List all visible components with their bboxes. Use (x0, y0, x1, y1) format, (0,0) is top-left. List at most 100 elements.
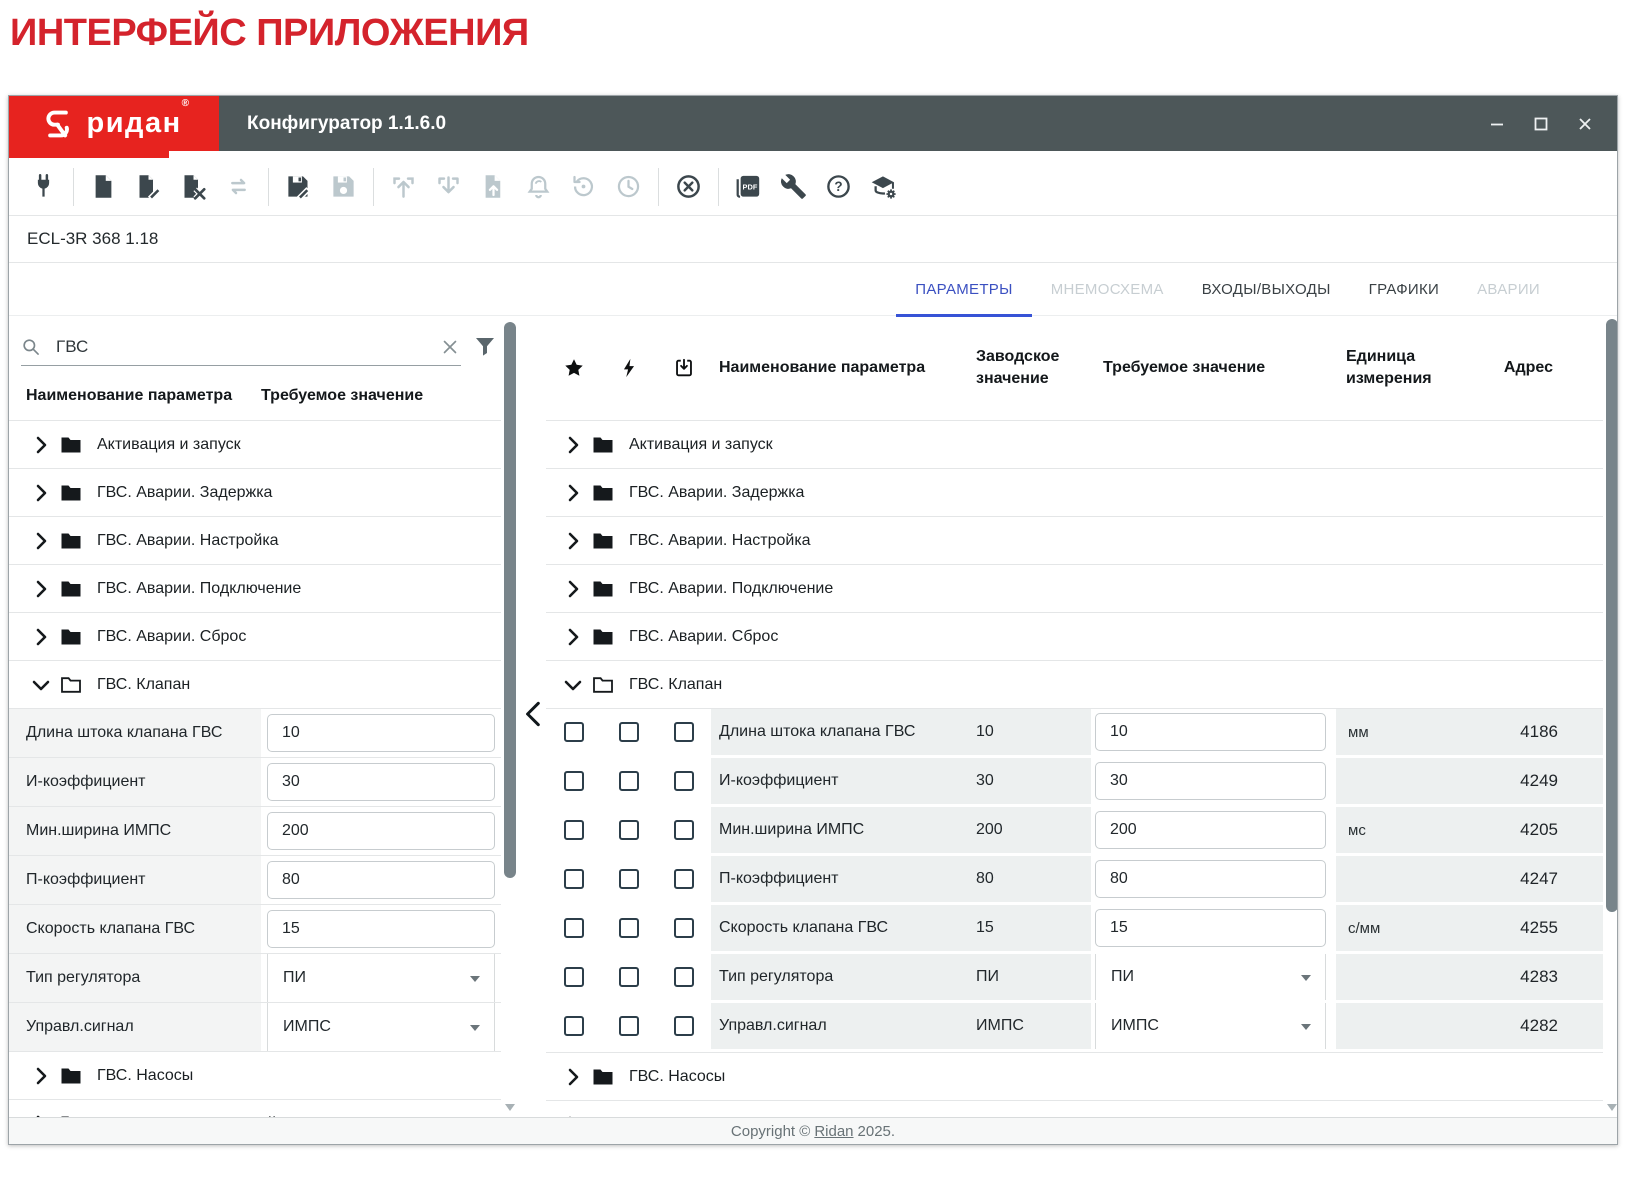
window-title: Конфигуратор 1.1.6.0 (247, 113, 446, 135)
group-row-gvs-valve-open[interactable]: ГВС. Клапан (546, 661, 1603, 709)
required-value-input[interactable] (1095, 713, 1326, 751)
favorite-checkbox[interactable] (564, 869, 584, 889)
group-row-gvs-alarm-reset[interactable]: ГВС. Аварии. Сброс (9, 613, 501, 661)
param-value-input[interactable] (267, 910, 495, 948)
alarm-restore-button[interactable] (516, 168, 561, 206)
required-value-input[interactable] (1095, 762, 1326, 800)
required-value-input[interactable] (1095, 811, 1326, 849)
minimize-button[interactable] (1483, 110, 1511, 138)
save-edit-button[interactable] (276, 168, 321, 206)
group-row-gvs-main-settings[interactable]: ГВС. Основные настройки (546, 1101, 1603, 1117)
group-row-gvs-valve-open[interactable]: ГВС. Клапан (9, 661, 501, 709)
load-checkbox[interactable] (674, 869, 694, 889)
clear-search-icon[interactable] (439, 336, 461, 358)
burn-checkbox[interactable] (619, 722, 639, 742)
file-new-button[interactable] (81, 168, 126, 206)
group-row-activation[interactable]: Активация и запуск (546, 421, 1603, 469)
param-value-input[interactable] (267, 861, 495, 899)
file-edit-button[interactable] (126, 168, 171, 206)
favorite-checkbox[interactable] (564, 918, 584, 938)
group-row-gvs-alarm-setup[interactable]: ГВС. Аварии. Настройка (9, 517, 501, 565)
ridan-link[interactable]: Ridan (814, 1123, 853, 1140)
tab-parameters[interactable]: ПАРАМЕТРЫ (896, 263, 1031, 316)
required-value-input[interactable] (1095, 860, 1326, 898)
close-button[interactable] (1571, 110, 1599, 138)
group-row-gvs-alarm-setup[interactable]: ГВС. Аварии. Настройка (546, 517, 1603, 565)
upload-arrow-icon (390, 173, 417, 200)
tab-inputs-outputs[interactable]: ВХОДЫ/ВЫХОДЫ (1183, 263, 1350, 316)
service-wrench-button[interactable] (771, 168, 816, 206)
param-row: И-коэффициент (9, 758, 501, 807)
param-value-select[interactable]: ПИ (267, 954, 495, 1002)
favorite-checkbox[interactable] (564, 722, 584, 742)
file-delete-button[interactable] (171, 168, 216, 206)
group-row-gvs-pumps[interactable]: ГВС. Насосы (9, 1052, 501, 1100)
load-checkbox[interactable] (674, 967, 694, 987)
group-row-gvs-alarm-reset[interactable]: ГВС. Аварии. Сброс (546, 613, 1603, 661)
help-button[interactable]: ? (816, 168, 861, 206)
save-button[interactable] (321, 168, 366, 206)
file-delete-icon (180, 173, 207, 200)
training-button[interactable] (861, 168, 906, 206)
burn-checkbox[interactable] (619, 1016, 639, 1036)
page-title: ИНТЕРФЕЙС ПРИЛОЖЕНИЯ (10, 12, 529, 55)
right-rows: Активация и запуск ГВС. Аварии. Задержка… (546, 421, 1603, 1117)
column-name-label: Наименование параметра (26, 387, 232, 405)
burn-checkbox[interactable] (619, 918, 639, 938)
burn-checkbox[interactable] (619, 820, 639, 840)
pdf-report-button[interactable]: PDF (726, 168, 771, 206)
column-factory-label: Заводское значение (956, 346, 1091, 389)
group-row-gvs-alarm-delay[interactable]: ГВС. Аварии. Задержка (9, 469, 501, 517)
group-row-gvs-pumps[interactable]: ГВС. Насосы (546, 1053, 1603, 1101)
load-checkbox[interactable] (674, 918, 694, 938)
favorite-checkbox[interactable] (564, 820, 584, 840)
tab-mnemoscheme[interactable]: МНЕМОСХЕМА (1032, 263, 1183, 316)
required-value-input[interactable] (1095, 909, 1326, 947)
device-name: ECL-3R 368 1.18 (27, 229, 158, 249)
group-row-gvs-alarm-connection[interactable]: ГВС. Аварии. Подключение (546, 565, 1603, 613)
download-button[interactable] (426, 168, 471, 206)
compare-sync-button[interactable] (216, 168, 261, 206)
param-value-input[interactable] (267, 763, 495, 801)
load-checkbox[interactable] (674, 1016, 694, 1036)
load-checkbox[interactable] (674, 722, 694, 742)
param-value-input[interactable] (267, 812, 495, 850)
search-icon (21, 337, 41, 357)
connect-plug-button[interactable] (21, 168, 66, 206)
file-upload-button[interactable] (471, 168, 516, 206)
required-value-select[interactable]: ИМПС (1095, 1003, 1326, 1049)
upload-button[interactable] (381, 168, 426, 206)
load-checkbox[interactable] (674, 820, 694, 840)
left-scrollbar-thumb[interactable] (504, 322, 516, 878)
favorite-checkbox[interactable] (564, 1016, 584, 1036)
table-row: И-коэффициент 30 4249 (546, 758, 1603, 804)
group-row-gvs-main-settings[interactable]: ГВС. Основные настройки (9, 1100, 501, 1117)
param-value-select[interactable]: ИМПС (267, 1003, 495, 1051)
param-value-input[interactable] (267, 714, 495, 752)
collapse-panel-button[interactable] (521, 699, 549, 731)
cancel-button[interactable] (666, 168, 711, 206)
group-row-gvs-alarm-connection[interactable]: ГВС. Аварии. Подключение (9, 565, 501, 613)
history-clock-button[interactable] (606, 168, 651, 206)
load-checkbox[interactable] (674, 771, 694, 791)
required-value-select[interactable]: ПИ (1095, 954, 1326, 1000)
scroll-down-arrow-icon[interactable] (505, 1104, 515, 1111)
group-row-gvs-alarm-delay[interactable]: ГВС. Аварии. Задержка (546, 469, 1603, 517)
favorite-checkbox[interactable] (564, 771, 584, 791)
toolbar-separator (373, 168, 374, 206)
filter-icon[interactable] (473, 334, 497, 358)
scroll-down-arrow-icon[interactable] (1607, 1104, 1617, 1111)
tab-graphs[interactable]: ГРАФИКИ (1350, 263, 1458, 316)
burn-checkbox[interactable] (619, 967, 639, 987)
maximize-button[interactable] (1527, 110, 1555, 138)
favorite-checkbox[interactable] (564, 967, 584, 987)
tab-alarms[interactable]: АВАРИИ (1458, 263, 1559, 316)
undo-restore-button[interactable] (561, 168, 606, 206)
right-scrollbar-thumb[interactable] (1606, 319, 1617, 912)
burn-checkbox[interactable] (619, 771, 639, 791)
search-input[interactable] (54, 336, 439, 358)
group-row-activation[interactable]: Активация и запуск (9, 421, 501, 469)
table-row: Скорость клапана ГВС 15 с/мм 4255 (546, 905, 1603, 951)
burn-checkbox[interactable] (619, 869, 639, 889)
folder-open-icon (59, 673, 83, 697)
